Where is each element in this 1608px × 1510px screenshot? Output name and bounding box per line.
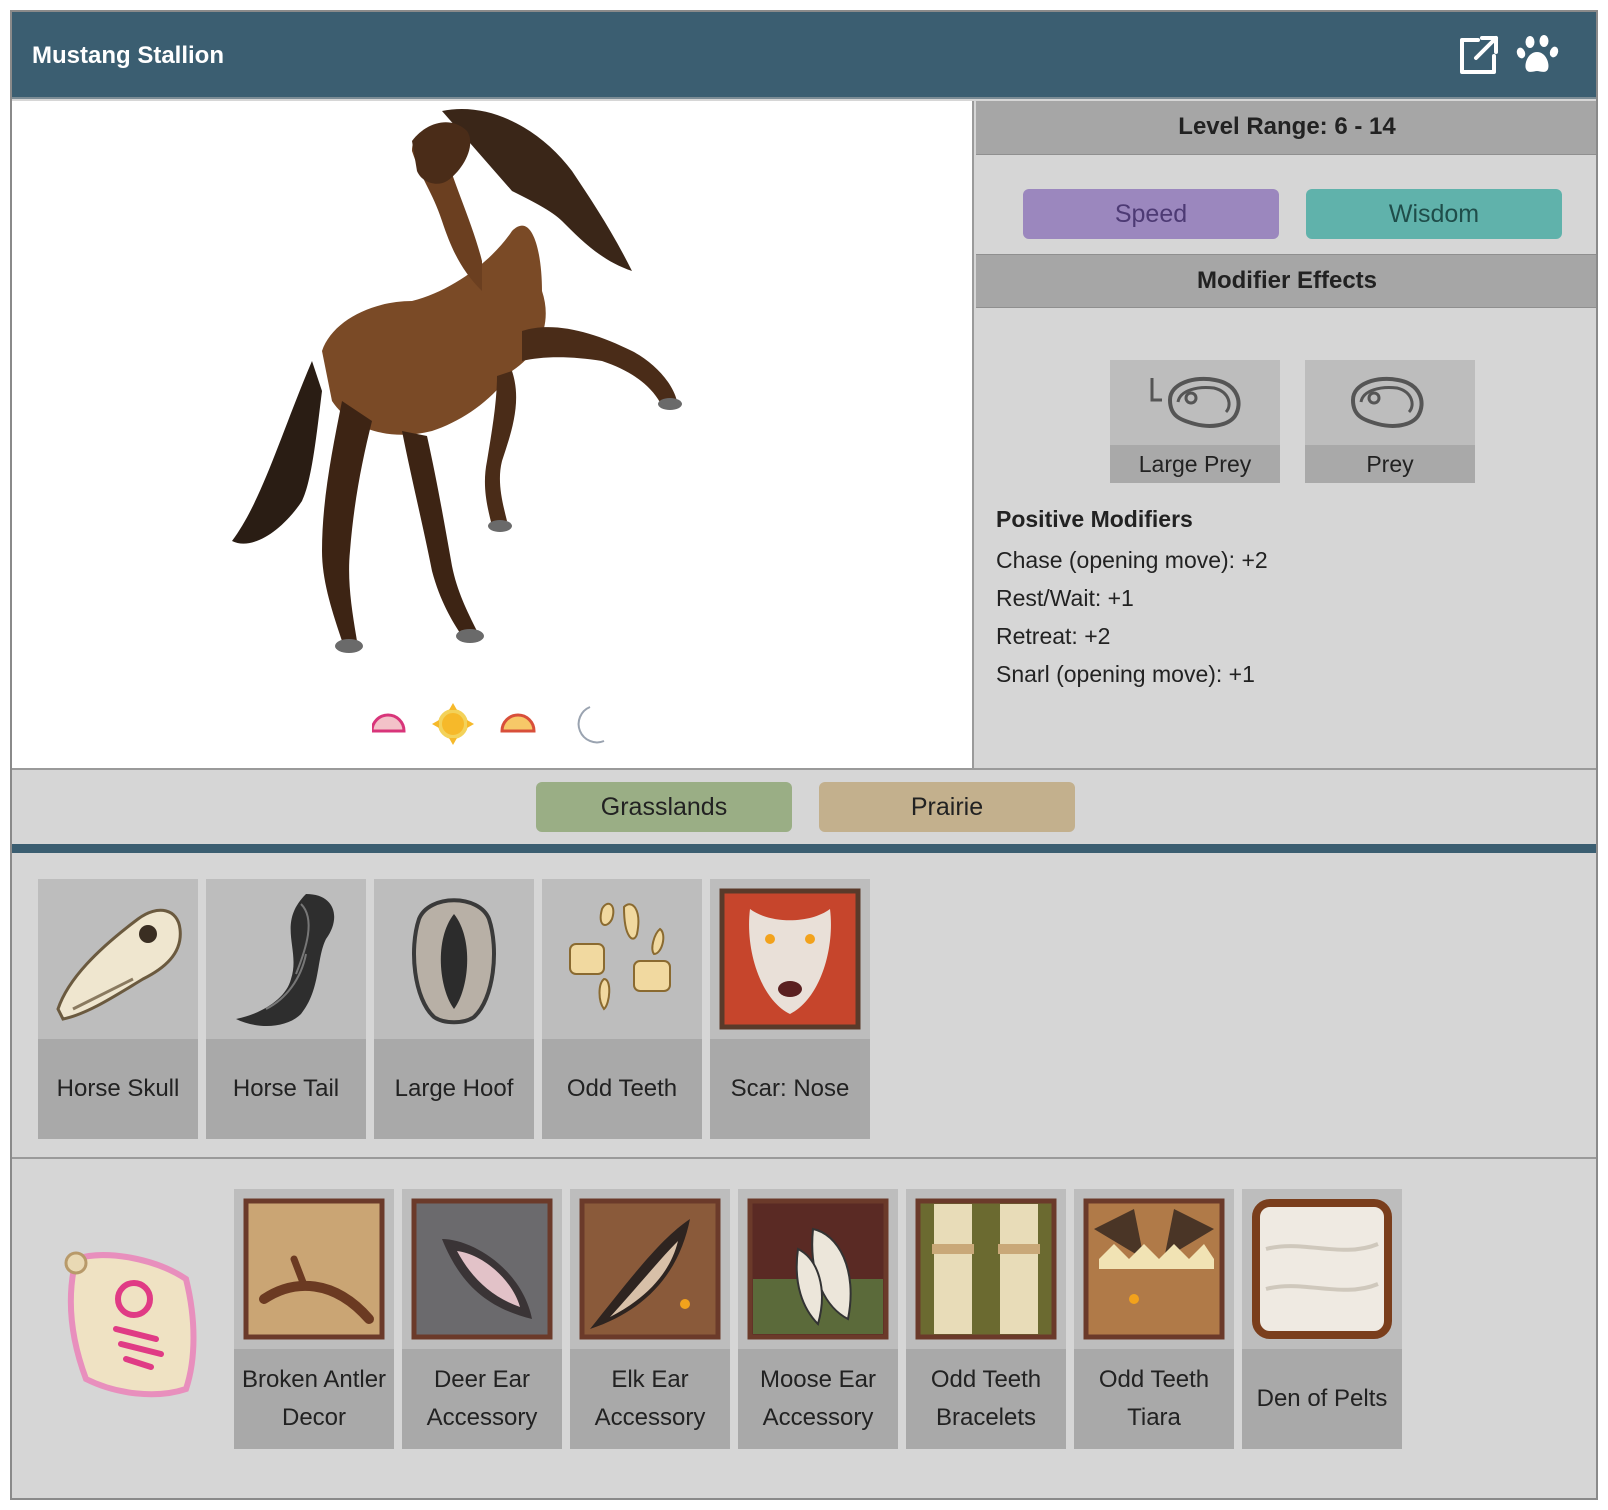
drop-item-label: Horse Skull	[38, 1039, 198, 1139]
decor-item-elk-ear[interactable]: Elk Ear Accessory	[570, 1189, 730, 1449]
decor-row: Broken Antler Decor Deer Ear Accessory E…	[12, 1161, 1596, 1498]
biome-prairie-button[interactable]: Prairie	[819, 782, 1075, 832]
decor-item-den-of-pelts[interactable]: Den of Pelts	[1242, 1189, 1402, 1449]
positive-modifiers-title: Positive Modifiers	[996, 506, 1193, 532]
decor-item-deer-ear[interactable]: Deer Ear Accessory	[402, 1189, 562, 1449]
odd-teeth-icon	[569, 902, 671, 1011]
prey-tile-prey[interactable]: Prey	[1305, 360, 1475, 483]
decor-item-label: Den of Pelts	[1242, 1349, 1402, 1449]
broken-antler-decor-icon	[243, 1198, 385, 1340]
paw-icon[interactable]	[1516, 34, 1560, 78]
external-link-icon[interactable]	[1456, 34, 1500, 78]
decor-item-label: Broken Antler Decor	[234, 1349, 394, 1449]
horse-skull-icon	[56, 908, 182, 1021]
drop-item-horse-skull[interactable]: Horse Skull	[38, 879, 198, 1139]
modifier-effects-heading: Modifier Effects	[976, 254, 1596, 308]
horse-tail-icon	[236, 894, 335, 1026]
day-sun-icon	[432, 703, 474, 745]
drop-item-label: Scar: Nose	[710, 1039, 870, 1139]
level-range: Level Range: 6 - 14	[976, 101, 1596, 155]
stat-speed-button[interactable]: Speed	[1023, 189, 1279, 239]
modifier-line: Retreat: +2	[996, 623, 1111, 649]
creature-title: Mustang Stallion	[32, 42, 224, 69]
drops-row: Horse Skull Horse Tail Large Hoof Odd Te…	[12, 853, 1596, 1159]
large-hoof-icon	[412, 898, 496, 1025]
odd-teeth-tiara-icon	[1083, 1198, 1225, 1340]
decor-item-label: Odd Teeth Bracelets	[906, 1349, 1066, 1449]
biome-grasslands-button[interactable]: Grasslands	[536, 782, 792, 832]
activity-times	[372, 703, 605, 745]
drop-item-label: Odd Teeth	[542, 1039, 702, 1139]
drop-item-scar-nose[interactable]: Scar: Nose	[710, 879, 870, 1139]
creature-card: Mustang Stallion Level Range: 6 - 14 Spe…	[10, 10, 1598, 1500]
decor-item-label: Moose Ear Accessory	[738, 1349, 898, 1449]
positive-modifiers: Positive Modifiers Chase (opening move):…	[996, 506, 1268, 693]
decor-item-broken-antler[interactable]: Broken Antler Decor	[234, 1189, 394, 1449]
card-header: Mustang Stallion	[12, 12, 1596, 99]
decor-item-moose-ear[interactable]: Moose Ear Accessory	[738, 1189, 898, 1449]
prey-meat-icon	[1350, 377, 1424, 428]
decor-item-odd-teeth-tiara[interactable]: Odd Teeth Tiara	[1074, 1189, 1234, 1449]
dusk-icon	[500, 713, 536, 733]
decor-item-label: Odd Teeth Tiara	[1074, 1349, 1234, 1449]
scar-nose-icon	[719, 888, 861, 1030]
drop-item-label: Horse Tail	[206, 1039, 366, 1139]
glowing-scroll-icon[interactable]	[46, 1239, 216, 1409]
elk-ear-accessory-icon	[579, 1198, 721, 1340]
drop-item-large-hoof[interactable]: Large Hoof	[374, 879, 534, 1139]
drop-item-label: Large Hoof	[374, 1039, 534, 1139]
prey-tile-label: Large Prey	[1110, 445, 1280, 483]
deer-ear-accessory-icon	[411, 1198, 553, 1340]
info-panel: Level Range: 6 - 14 Speed Wisdom Modifie…	[976, 101, 1596, 768]
stat-wisdom-button[interactable]: Wisdom	[1306, 189, 1562, 239]
modifier-line: Snarl (opening move): +1	[996, 661, 1255, 687]
decor-item-label: Elk Ear Accessory	[570, 1349, 730, 1449]
prey-tile-large-prey[interactable]: Large Prey	[1110, 360, 1280, 483]
night-moon-icon	[577, 706, 605, 744]
prey-tile-label: Prey	[1305, 445, 1475, 483]
section-divider	[12, 844, 1596, 853]
dawn-icon	[372, 713, 406, 733]
large-prey-meat-icon	[1150, 377, 1241, 428]
modifier-line: Rest/Wait: +1	[996, 585, 1134, 611]
moose-ear-accessory-icon	[747, 1198, 889, 1340]
biome-row: Grasslands Prairie	[12, 768, 1596, 844]
den-of-pelts-icon	[1252, 1199, 1392, 1339]
mustang-stallion-image	[232, 109, 682, 653]
creature-image-panel	[12, 101, 974, 768]
drop-item-odd-teeth[interactable]: Odd Teeth	[542, 879, 702, 1139]
decor-item-label: Deer Ear Accessory	[402, 1349, 562, 1449]
drop-item-horse-tail[interactable]: Horse Tail	[206, 879, 366, 1139]
odd-teeth-bracelets-icon	[915, 1198, 1057, 1340]
decor-item-odd-teeth-bracelets[interactable]: Odd Teeth Bracelets	[906, 1189, 1066, 1449]
modifier-line: Chase (opening move): +2	[996, 547, 1268, 573]
